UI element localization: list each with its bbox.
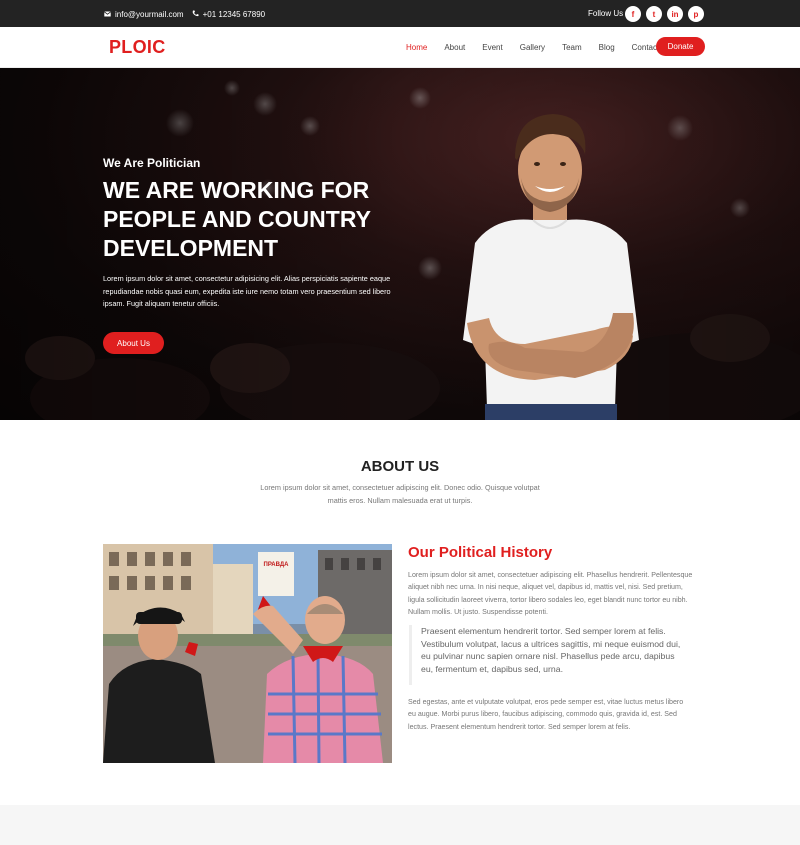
about-title: ABOUT US	[360, 458, 440, 475]
about-us-button[interactable]: About Us	[103, 332, 164, 354]
linkedin-icon[interactable]: in	[667, 6, 683, 22]
nav-about[interactable]: About	[444, 43, 465, 52]
main-nav: Home About Event Gallery Team Blog Conta…	[406, 43, 676, 52]
hero-text: Lorem ipsum dolor sit amet, consectetur …	[103, 274, 391, 308]
politician-portrait	[463, 114, 639, 420]
phone-item[interactable]: +01 12345 67890	[192, 10, 266, 19]
photo-sign-text: ПРАВДА	[264, 562, 290, 568]
nav-event[interactable]: Event	[482, 43, 502, 52]
nav-home[interactable]: Home	[406, 43, 427, 52]
donate-button[interactable]: Donate	[656, 37, 705, 56]
phone-icon	[192, 10, 199, 19]
email-item[interactable]: info@yourmail.com	[104, 10, 184, 19]
hero-banner: We Are Politician WE ARE WORKING FOR PEO…	[0, 68, 800, 420]
site-header: PLOIC Home About Event Gallery Team Blog…	[0, 27, 800, 68]
history-title: Our Political History	[408, 544, 553, 561]
envelope-icon	[104, 10, 111, 19]
nav-team[interactable]: Team	[562, 43, 582, 52]
logo[interactable]: PLOIC	[109, 37, 166, 58]
pinterest-icon[interactable]: p	[688, 6, 704, 22]
hero-title: WE ARE WORKING FOR PEOPLE AND COUNTRY DE…	[103, 177, 371, 261]
nav-blog[interactable]: Blog	[599, 43, 615, 52]
follow-label: Follow Us :	[588, 9, 628, 18]
twitter-icon[interactable]: t	[646, 6, 662, 22]
phone-text: +01 12345 67890	[202, 10, 266, 19]
facebook-icon[interactable]: f	[625, 6, 641, 22]
top-bar: info@yourmail.com +01 12345 67890 Follow…	[0, 0, 800, 27]
history-photo: ПРАВДА	[103, 544, 392, 763]
about-text: Lorem ipsum dolor sit amet, consectetuer…	[260, 483, 540, 505]
history-paragraph-2: Sed egestas, ante et vulputate volutpat,…	[408, 698, 684, 731]
social-links: f t in p	[625, 6, 709, 22]
history-quote: Praesent elementum hendrerit tortor. Sed…	[409, 625, 689, 685]
contact-info: info@yourmail.com +01 12345 67890	[104, 10, 273, 19]
history-paragraph-1: Lorem ipsum dolor sit amet, consectetuer…	[408, 571, 693, 617]
email-text: info@yourmail.com	[115, 10, 184, 19]
hero-kicker: We Are Politician	[103, 156, 201, 170]
next-section-strip	[0, 805, 800, 845]
nav-gallery[interactable]: Gallery	[520, 43, 545, 52]
